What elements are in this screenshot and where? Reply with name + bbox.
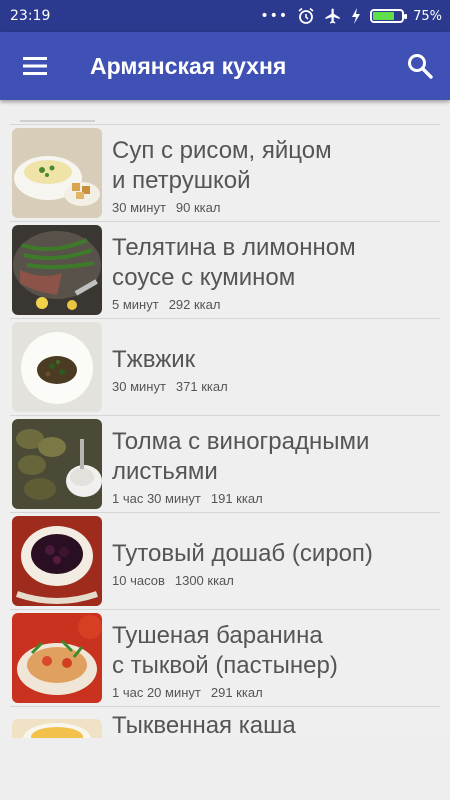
recipe-meta: 30 минут 371 ккал [112, 379, 440, 394]
recipe-row[interactable]: Тушеная баранина с тыквой (пастынер) 1 ча… [10, 609, 440, 706]
recipe-meta: 5 минут 292 ккал [112, 297, 440, 312]
recipe-title: Тутовый дошаб (сироп) [112, 539, 373, 567]
recipe-title: Тыквенная каша [112, 712, 296, 738]
battery-fill [373, 12, 395, 20]
status-time: 23:19 [10, 8, 51, 24]
airplane-icon [325, 8, 340, 24]
recipe-title: Суп с рисом, яйцом и петрушкой [112, 136, 332, 194]
recipe-row[interactable]: Тыквенная каша [10, 706, 440, 738]
recipe-time: 1 час 20 минут [112, 684, 201, 700]
recipe-meta: 10 часов 1300 ккал [112, 573, 440, 588]
recipe-title: Тушеная баранина с тыквой (пастынер) [112, 621, 338, 679]
recipe-meta: 30 минут 90 ккал [112, 200, 440, 215]
recipe-kcal: 191 ккал [210, 490, 263, 506]
recipe-row[interactable]: Тутовый дошаб (сироп) 10 часов 1300 ккал [10, 512, 440, 609]
recipe-row[interactable]: Толма с виноградными листьями 1 час 30 ми… [10, 415, 440, 512]
battery-icon [370, 9, 408, 23]
recipe-thumbnail [12, 516, 102, 606]
recipe-kcal: 1300 ккал [174, 572, 234, 588]
recipe-kcal: 90 ккал [175, 199, 221, 215]
hamburger-menu-icon [23, 57, 47, 75]
recipe-meta: 1 час 30 минут 191 ккал [112, 491, 440, 506]
status-icons: ••• 75% [260, 7, 442, 25]
recipe-title: Телятина в лимонном соусе с кумином [112, 233, 356, 291]
recipe-meta: 1 час 20 минут 291 ккал [112, 685, 440, 700]
recipe-list: Суп с рисом, яйцом и петрушкой 30 минут 90… [10, 124, 440, 738]
recipe-kcal: 291 ккал [210, 684, 263, 700]
list-divider [20, 120, 95, 122]
recipe-list-container[interactable]: Суп с рисом, яйцом и петрушкой 30 минут 90… [0, 100, 450, 738]
recipe-thumbnail [12, 225, 102, 315]
menu-button[interactable] [0, 32, 70, 100]
recipe-time: 30 минут [112, 378, 166, 394]
status-bar: 23:19 ••• 75% [0, 0, 450, 32]
app-bar: Армянская кухня [0, 32, 450, 100]
recipe-title: Тжвжик [112, 345, 196, 373]
recipe-thumbnail [12, 419, 102, 509]
recipe-time: 10 часов [112, 572, 165, 588]
recipe-time: 5 минут [112, 296, 159, 312]
app-title: Армянская кухня [90, 52, 287, 79]
recipe-row[interactable]: Телятина в лимонном соусе с кумином 5 мин… [10, 221, 440, 318]
recipe-time: 1 час 30 минут [112, 490, 201, 506]
recipe-thumbnail [12, 613, 102, 703]
recipe-thumbnail [12, 128, 102, 218]
recipe-thumbnail [12, 322, 102, 412]
recipe-row[interactable]: Тжвжик 30 минут 371 ккал [10, 318, 440, 415]
dots-icon: ••• [260, 8, 289, 24]
recipe-time: 30 минут [112, 199, 166, 215]
search-icon [408, 54, 433, 79]
recipe-row[interactable]: Суп с рисом, яйцом и петрушкой 30 минут 90… [10, 124, 440, 221]
battery-percent: 75% [413, 8, 442, 24]
charging-icon [352, 8, 361, 24]
recipe-kcal: 292 ккал [168, 296, 221, 312]
recipe-thumbnail [12, 719, 102, 738]
recipe-title: Толма с виноградными листьями [112, 427, 370, 485]
alarm-icon [298, 7, 314, 24]
search-button[interactable] [390, 32, 450, 100]
recipe-kcal: 371 ккал [175, 378, 228, 394]
